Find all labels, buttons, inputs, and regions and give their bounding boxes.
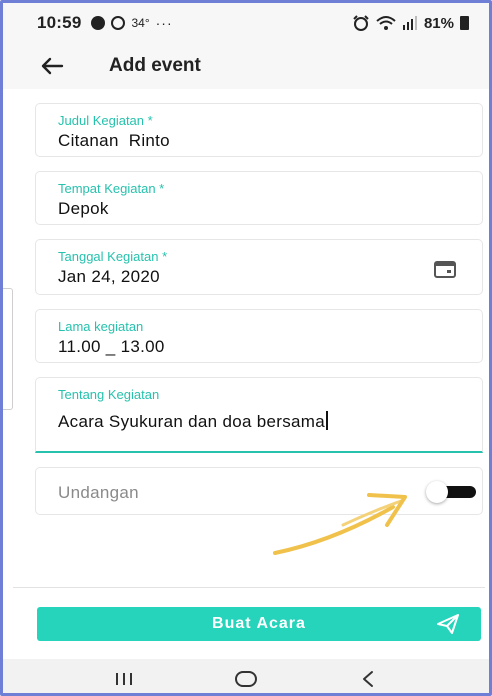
tempat-kegiatan-label: Tempat Kegiatan * <box>58 181 165 196</box>
divider <box>13 587 485 588</box>
judul-kegiatan-value: Citanan Rinto <box>58 131 170 150</box>
judul-kegiatan-field[interactable]: Judul Kegiatan * Citanan Rinto <box>35 103 483 157</box>
judul-kegiatan-label: Judul Kegiatan * <box>58 113 153 128</box>
recent-apps-icon[interactable] <box>104 664 144 693</box>
back-arrow-icon[interactable] <box>37 51 67 81</box>
status-right: 81% <box>352 15 469 32</box>
tempat-kegiatan-field[interactable]: Tempat Kegiatan * Depok <box>35 171 483 225</box>
home-icon[interactable] <box>226 664 266 693</box>
side-handle <box>3 288 13 410</box>
page-title: Add event <box>109 55 201 76</box>
back-nav-icon[interactable] <box>348 664 388 693</box>
whatsapp-icon <box>111 16 126 30</box>
tentang-kegiatan-value: Acara Syukuran dan doa bersama <box>58 411 328 432</box>
status-time: 10:59 <box>37 13 82 32</box>
undangan-label: Undangan <box>58 483 139 502</box>
lama-kegiatan-value: 11.00 _ 13.00 <box>58 337 165 356</box>
annotation-arrow-icon <box>273 493 407 555</box>
system-nav-bar <box>3 659 489 693</box>
tentang-kegiatan-text: Acara Syukuran dan doa bersama <box>58 412 325 431</box>
text-cursor <box>326 411 328 430</box>
send-icon <box>437 614 459 634</box>
lama-kegiatan-field[interactable]: Lama kegiatan 11.00 _ 13.00 <box>35 309 483 363</box>
status-more: ··· <box>155 15 173 31</box>
app-bar: Add event <box>3 43 489 89</box>
tanggal-kegiatan-value: Jan 24, 2020 <box>58 267 160 286</box>
tentang-kegiatan-field[interactable]: Tentang Kegiatan Acara Syukuran dan doa … <box>35 377 483 453</box>
tanggal-kegiatan-field[interactable]: Tanggal Kegiatan * Jan 24, 2020 <box>35 239 483 295</box>
tentang-kegiatan-label: Tentang Kegiatan <box>58 387 160 402</box>
lama-kegiatan-label: Lama kegiatan <box>58 319 144 334</box>
wifi-icon <box>376 16 396 30</box>
calendar-icon[interactable] <box>434 260 456 278</box>
battery-percent: 81% <box>423 14 454 32</box>
notification-icon <box>91 16 106 30</box>
notification-icons: 34° ··· <box>91 15 172 31</box>
status-bar: 10:59 34° ··· 81% <box>3 3 489 43</box>
buat-acara-label: Buat Acara <box>212 615 306 632</box>
tempat-kegiatan-value: Depok <box>58 199 109 218</box>
alarm-icon <box>353 15 369 31</box>
tanggal-kegiatan-label: Tanggal Kegiatan * <box>58 249 168 264</box>
phone-screen: 10:59 34° ··· 81% Add event Judul Kegiat… <box>0 0 492 696</box>
buat-acara-button[interactable]: Buat Acara <box>37 607 481 641</box>
status-temperature: 34° <box>131 16 150 30</box>
signal-icon <box>402 16 417 30</box>
battery-icon <box>460 16 469 30</box>
